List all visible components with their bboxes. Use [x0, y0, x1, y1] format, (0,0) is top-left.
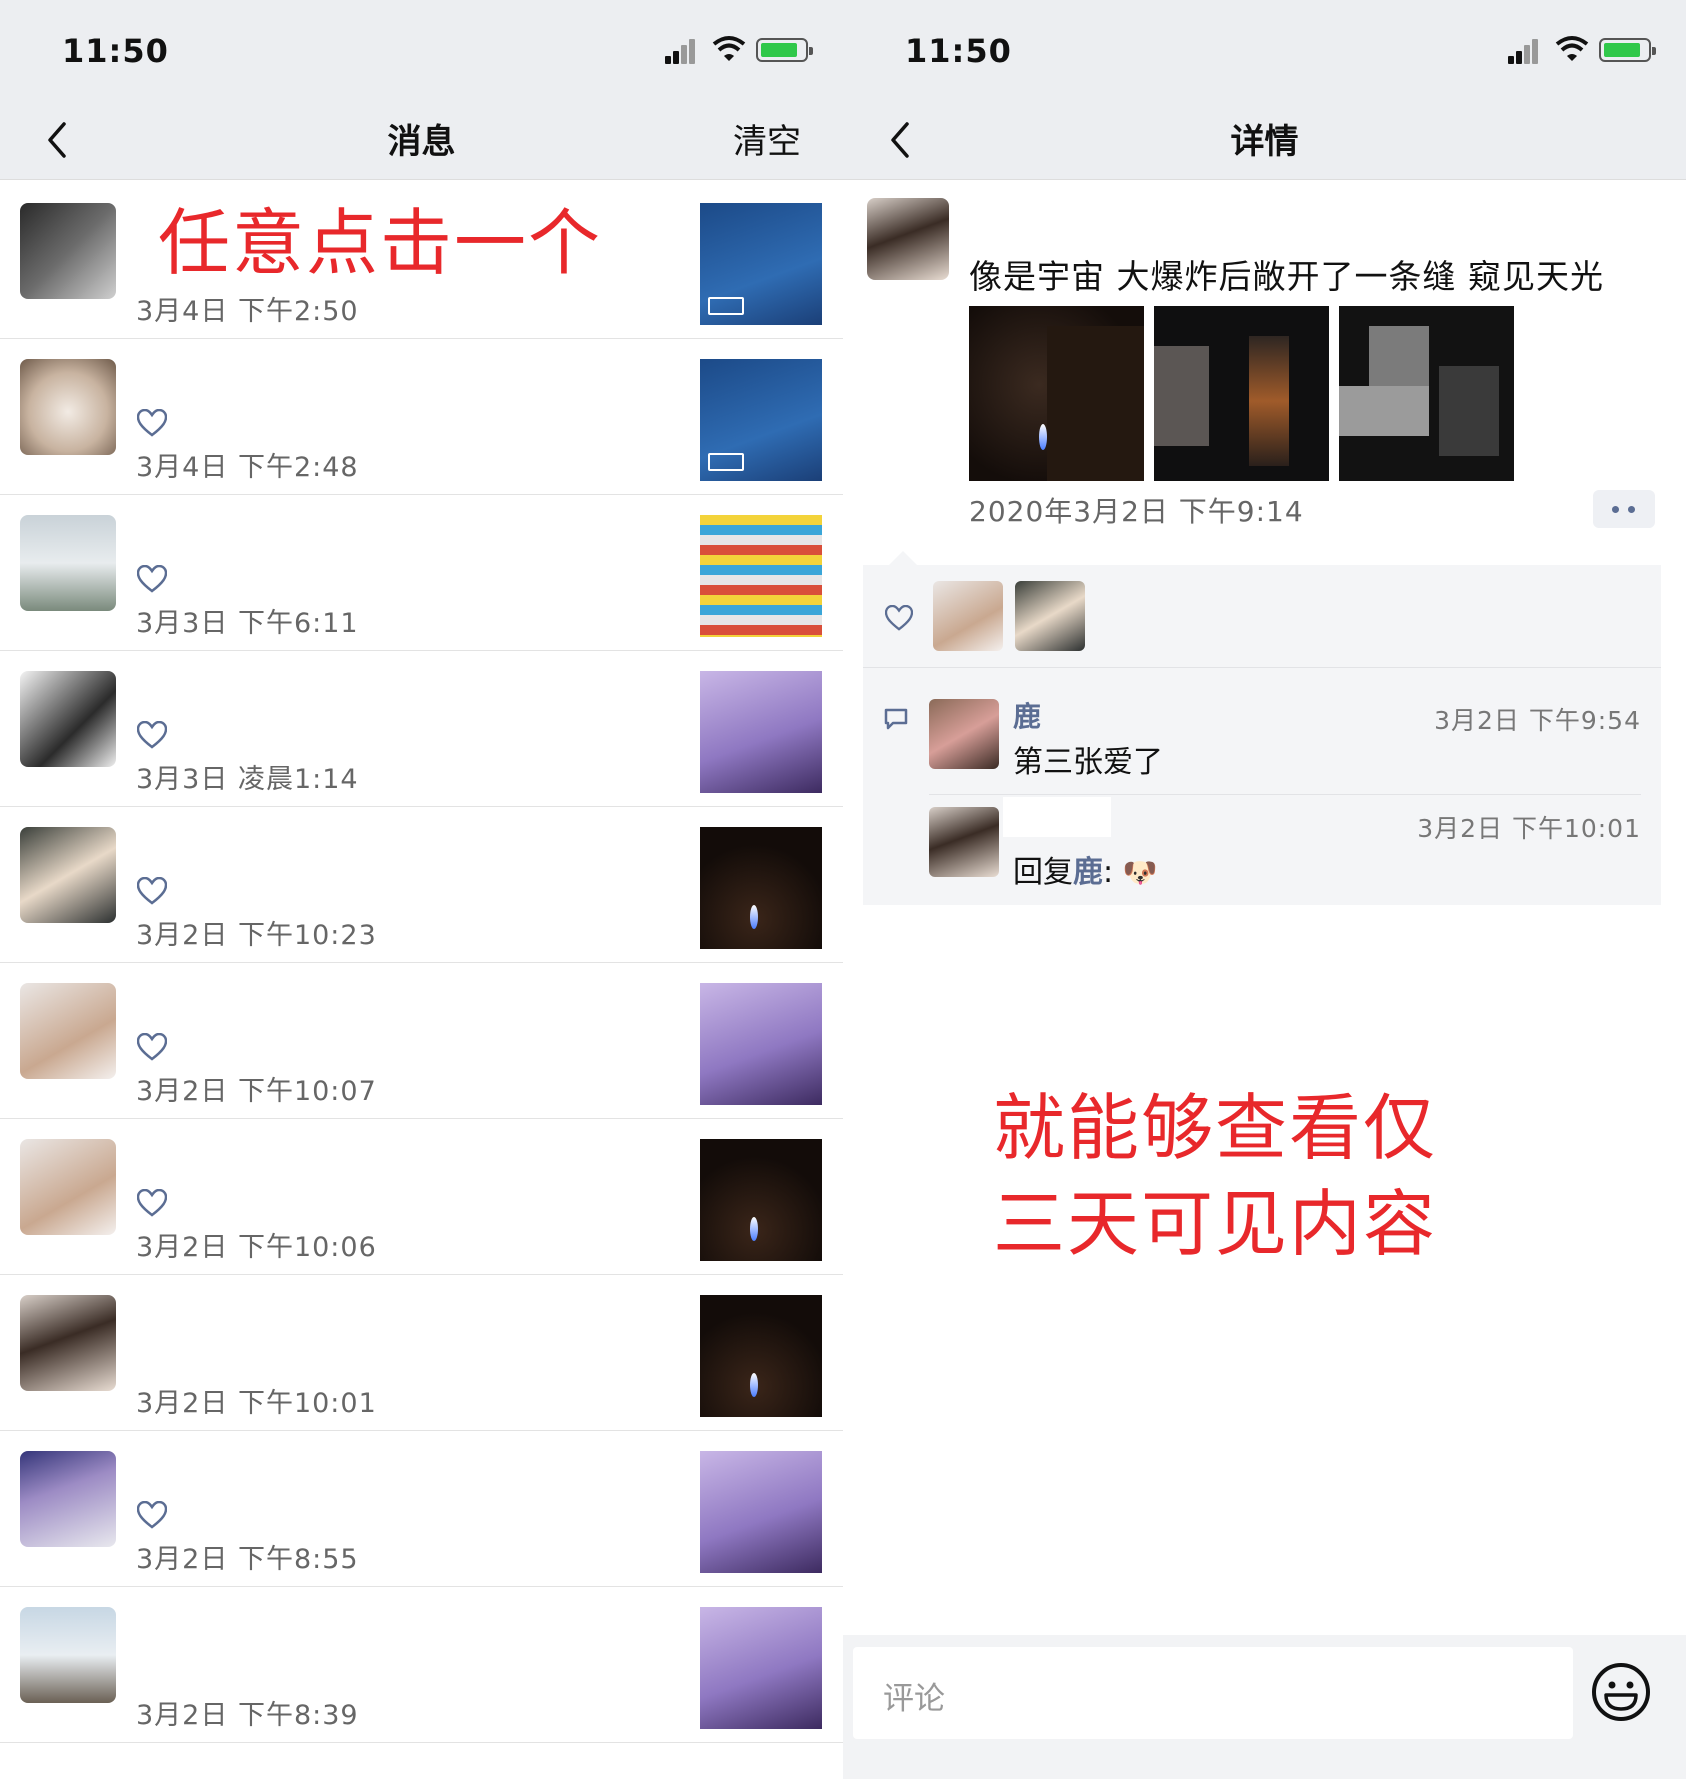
- message-row[interactable]: 3月2日 下午10:23: [0, 807, 843, 963]
- post-thumbnail[interactable]: [700, 1451, 822, 1573]
- message-row[interactable]: 3月2日 下午10:01: [0, 1275, 843, 1431]
- signal-icon: [1508, 38, 1540, 64]
- status-time: 11:50: [62, 32, 169, 70]
- post-thumbnail[interactable]: [700, 1295, 822, 1417]
- user-avatar[interactable]: [20, 827, 116, 923]
- heart-icon: [137, 565, 167, 593]
- liker-avatar[interactable]: [933, 581, 1003, 651]
- message-row[interactable]: 3月2日 下午8:39: [0, 1587, 843, 1743]
- signal-icon: [665, 38, 697, 64]
- message-time: 3月2日 下午8:39: [136, 1700, 359, 1731]
- user-avatar[interactable]: [20, 1295, 116, 1391]
- dog-emoji: 🐶: [1122, 856, 1158, 889]
- nav-bar: 详情: [843, 100, 1686, 180]
- commenter-avatar[interactable]: [929, 699, 999, 769]
- user-avatar[interactable]: [20, 983, 116, 1079]
- post-photo[interactable]: [1339, 306, 1514, 481]
- heart-icon: [137, 1033, 167, 1061]
- post-thumbnail[interactable]: [700, 203, 822, 325]
- commenter-avatar[interactable]: [929, 807, 999, 877]
- video-icon: [708, 297, 744, 315]
- message-row[interactable]: 3月2日 下午8:55: [0, 1431, 843, 1587]
- comment-icon: [884, 708, 908, 730]
- comment-input[interactable]: 评论: [853, 1647, 1573, 1739]
- user-avatar[interactable]: [20, 1139, 116, 1235]
- heart-icon: [137, 1189, 167, 1217]
- comment-time: 3月2日 下午10:01: [1417, 814, 1641, 843]
- user-avatar[interactable]: [20, 515, 116, 611]
- battery-icon: [756, 38, 813, 62]
- heart-icon: [137, 877, 167, 905]
- wifi-icon: [712, 36, 746, 61]
- like-heart-icon: [885, 605, 913, 631]
- message-time: 3月2日 下午10:07: [136, 1076, 377, 1107]
- post-thumbnail[interactable]: [700, 359, 822, 481]
- heart-icon: [137, 409, 167, 437]
- post-thumbnail[interactable]: [700, 983, 822, 1105]
- message-row[interactable]: 3月2日 下午10:06: [0, 1119, 843, 1275]
- post-thumbnail[interactable]: [700, 515, 822, 637]
- wifi-icon: [1555, 36, 1589, 61]
- liker-avatar[interactable]: [1015, 581, 1085, 651]
- message-time: 3月2日 下午10:01: [136, 1388, 377, 1419]
- comment-time: 3月2日 下午9:54: [1434, 706, 1641, 735]
- messages-screen: 11:50 消息 清空 3月4日 下午2:50 3月4日 下午2:48 3月3日 下…: [0, 0, 843, 1779]
- message-time: 3月2日 下午10:23: [136, 920, 377, 951]
- post-photo[interactable]: [1154, 306, 1329, 481]
- emoji-icon[interactable]: [1590, 1661, 1652, 1723]
- post-author-avatar[interactable]: [867, 198, 949, 280]
- heart-icon: [137, 1501, 167, 1529]
- message-time: 3月3日 凌晨1:14: [136, 764, 359, 795]
- post-thumbnail[interactable]: [700, 1607, 822, 1729]
- reply-text: 回复鹿: 🐶: [1013, 855, 1158, 890]
- battery-icon: [1599, 38, 1656, 62]
- user-avatar[interactable]: [20, 359, 116, 455]
- clear-button[interactable]: 清空: [733, 114, 801, 163]
- message-time: 3月2日 下午10:06: [136, 1232, 377, 1263]
- user-avatar[interactable]: [20, 1451, 116, 1547]
- message-row[interactable]: 3月2日 下午10:07: [0, 963, 843, 1119]
- message-row[interactable]: 3月3日 下午6:11: [0, 495, 843, 651]
- user-avatar[interactable]: [20, 203, 116, 299]
- message-time: 3月4日 下午2:48: [136, 452, 359, 483]
- message-row[interactable]: 3月3日 凌晨1:14: [0, 651, 843, 807]
- annotation-text: 就能够查看仅 三天可见内容: [993, 1086, 1438, 1266]
- commenter-name[interactable]: 鹿: [1013, 695, 1041, 735]
- user-avatar[interactable]: [20, 1607, 116, 1703]
- comment-bar: 评论: [843, 1635, 1686, 1779]
- post-thumbnail[interactable]: [700, 827, 822, 949]
- post-thumbnail[interactable]: [700, 671, 822, 793]
- more-options-button[interactable]: [1593, 490, 1655, 528]
- status-bar: 11:50: [843, 0, 1686, 100]
- video-icon: [708, 453, 744, 471]
- page-title: 详情: [1230, 122, 1299, 162]
- comment-text: 第三张爱了: [1013, 745, 1163, 780]
- detail-screen: 11:50 详情 像是宇宙 大爆炸后敞开了一条缝 窥见天光 2020年3月2日 …: [843, 0, 1686, 1779]
- user-avatar[interactable]: [20, 671, 116, 767]
- interaction-box: 鹿 3月2日 下午9:54 第三张爱了 3月2日 下午10:01 回复鹿: 🐶: [863, 551, 1661, 905]
- status-bar: 11:50: [0, 0, 843, 100]
- page-title: 消息: [387, 122, 456, 162]
- nav-bar: 消息 清空: [0, 100, 843, 180]
- reply-target[interactable]: 鹿: [1073, 855, 1103, 890]
- annotation-text: 任意点击一个: [158, 201, 603, 285]
- post-photo[interactable]: [969, 306, 1144, 481]
- message-time: 3月3日 下午6:11: [136, 608, 359, 639]
- heart-icon: [137, 721, 167, 749]
- status-time: 11:50: [905, 32, 1012, 70]
- message-time: 3月4日 下午2:50: [136, 296, 359, 327]
- message-time: 3月2日 下午8:55: [136, 1544, 359, 1575]
- post-time: 2020年3月2日 下午9:14: [969, 495, 1304, 528]
- post-text: 像是宇宙 大爆炸后敞开了一条缝 窥见天光: [969, 257, 1604, 296]
- message-row[interactable]: 3月4日 下午2:48: [0, 339, 843, 495]
- redacted-name: [1003, 797, 1111, 837]
- post-thumbnail[interactable]: [700, 1139, 822, 1261]
